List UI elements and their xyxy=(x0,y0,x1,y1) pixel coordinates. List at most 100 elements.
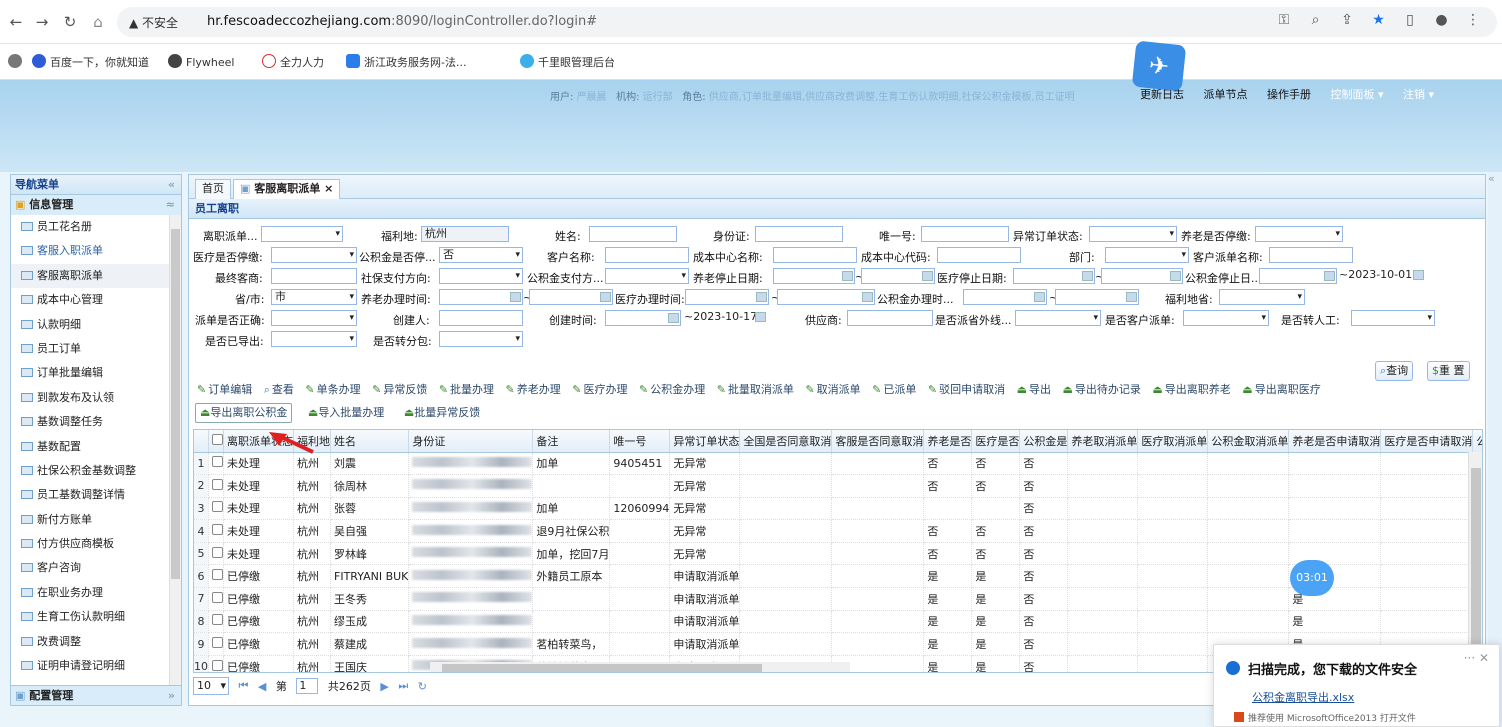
expand-section-icon[interactable]: » xyxy=(168,686,175,706)
control-panel-menu[interactable]: 控制面板 ▾ xyxy=(1331,88,1384,101)
row-checkbox[interactable] xyxy=(212,659,223,671)
sidebar-item[interactable]: 成本中心管理 xyxy=(11,288,169,312)
forward-icon[interactable]: → xyxy=(32,12,52,32)
filter-dropdown[interactable]: ▾ xyxy=(1089,226,1177,242)
sidebar-item[interactable]: 认款明细 xyxy=(11,313,169,337)
col-header[interactable]: 养老取消派单 xyxy=(1067,430,1139,453)
sidebar-item[interactable]: 生育工伤认款明细 xyxy=(11,605,169,629)
date-input[interactable] xyxy=(773,268,855,284)
action-export[interactable]: ⏏ 导出 xyxy=(1017,381,1051,397)
action-exception[interactable]: ✎ 异常反馈 xyxy=(372,381,427,397)
batch-exception-button[interactable]: ⏏批量异常反馈 xyxy=(400,404,484,424)
sidebar-item[interactable]: 到款发布及认领 xyxy=(11,386,169,410)
filter-dropdown[interactable]: ▾ xyxy=(439,331,523,347)
action-batch[interactable]: ✎ 批量办理 xyxy=(439,381,494,397)
filter-input[interactable] xyxy=(773,247,857,263)
table-row[interactable]: 4 未处理 杭州 吴自强 退9月社保公积 无异常否否否 xyxy=(194,519,1482,543)
action-export-todo[interactable]: ⏏ 导出待办记录 xyxy=(1062,381,1140,397)
sidebar-item[interactable]: 证明申请登记明细 xyxy=(11,654,169,678)
action-export-medical[interactable]: ⏏ 导出离职医疗 xyxy=(1242,381,1320,397)
row-checkbox-cell[interactable] xyxy=(208,587,224,611)
sidebar-item[interactable]: 客户咨询 xyxy=(11,556,169,580)
row-checkbox-cell[interactable] xyxy=(208,452,224,476)
date-input[interactable] xyxy=(1101,268,1183,284)
downloaded-file-link[interactable]: 公积金离职导出.xlsx xyxy=(1252,689,1354,705)
row-checkbox-cell[interactable] xyxy=(208,655,224,672)
sidebar-item[interactable]: 付方供应商模板 xyxy=(11,532,169,556)
security-warning[interactable]: ▲ 不安全 xyxy=(129,14,178,31)
tab-home[interactable]: 首页 xyxy=(195,179,231,199)
filter-input[interactable] xyxy=(755,226,843,242)
bookmark-flywheel[interactable]: Flywheel xyxy=(168,54,234,69)
filter-dropdown[interactable]: ▾ xyxy=(1219,289,1305,305)
bookmark-baidu[interactable]: 百度一下，你就知道 xyxy=(32,54,149,70)
table-row[interactable]: 3 未处理 杭州 张蓉 加单 12060994 无异常 否 xyxy=(194,497,1482,521)
next-page-icon[interactable]: ▶ xyxy=(380,680,388,693)
sidebar-item[interactable]: 订单批量编辑 xyxy=(11,361,169,385)
col-header-select[interactable] xyxy=(208,430,224,453)
filter-input[interactable] xyxy=(921,226,1009,242)
col-header[interactable]: 公积金是 xyxy=(1019,430,1069,453)
col-header[interactable]: 公积金取消派单 xyxy=(1207,430,1290,453)
key-icon[interactable]: ⚿ xyxy=(1270,12,1298,28)
menu-icon[interactable]: ⋮ xyxy=(1459,12,1487,28)
filter-input-welfare[interactable]: 杭州 xyxy=(421,226,509,242)
date-input-end[interactable]: ~2023-10-17 xyxy=(681,310,767,326)
col-header[interactable]: 养老是否申请取消 xyxy=(1288,430,1382,453)
col-header[interactable]: 医疗是否申请取消 xyxy=(1380,430,1474,453)
col-header[interactable]: 医疗是否 xyxy=(971,430,1021,453)
col-header[interactable]: 唯一号 xyxy=(609,430,671,453)
action-housing[interactable]: ✎ 公积金办理 xyxy=(639,381,705,397)
action-pension[interactable]: ✎ 养老办理 xyxy=(506,381,561,397)
row-checkbox-cell[interactable] xyxy=(208,564,224,589)
sidebar-item[interactable]: 客服入职派单 xyxy=(11,239,169,263)
sidebar-section-config[interactable]: ▣ 配置管理» xyxy=(11,685,181,705)
col-header[interactable]: 医疗取消派单 xyxy=(1137,430,1209,453)
prev-page-icon[interactable]: ◀ xyxy=(258,680,266,693)
col-header[interactable]: 客服是否同意取消 xyxy=(831,430,925,453)
table-row[interactable]: 7已停缴杭州王冬秀申请取消派单是是否是是 xyxy=(194,587,1482,611)
vertical-scrollbar[interactable] xyxy=(1468,452,1482,672)
reload-icon[interactable]: ↻ xyxy=(60,12,80,32)
home-icon[interactable]: ⌂ xyxy=(88,12,108,32)
action-reject-cancel[interactable]: ✎ 驳回申请取消 xyxy=(928,381,1005,397)
reset-button[interactable]: $重 置 xyxy=(1427,361,1470,381)
action-single[interactable]: ✎ 单条办理 xyxy=(305,381,360,397)
date-input[interactable] xyxy=(439,289,523,305)
star-icon[interactable]: ★ xyxy=(1365,12,1393,28)
row-checkbox-cell[interactable] xyxy=(208,542,224,566)
row-checkbox[interactable] xyxy=(212,637,223,649)
row-checkbox[interactable] xyxy=(212,478,223,490)
date-input[interactable] xyxy=(963,289,1047,305)
col-header[interactable]: 全国是否同意取消 xyxy=(739,430,833,453)
sidebar-item[interactable]: 员工订单 xyxy=(11,337,169,361)
filter-input[interactable] xyxy=(605,247,689,263)
filter-dropdown[interactable]: ▾ xyxy=(439,268,523,284)
horizontal-scrollbar[interactable] xyxy=(430,662,850,672)
date-input[interactable] xyxy=(605,310,681,326)
action-edit-order[interactable]: ✎ 订单编辑 xyxy=(197,381,252,397)
filter-input[interactable] xyxy=(1269,247,1353,263)
row-checkbox-cell[interactable] xyxy=(208,519,224,543)
action-batch-cancel[interactable]: ✎ 批量取消派单 xyxy=(717,381,794,397)
collapse-section-icon[interactable]: ≈ xyxy=(166,195,175,215)
date-input[interactable] xyxy=(777,289,875,305)
table-row[interactable]: 1未处理杭州刘震加单9405451无异常否否否是 xyxy=(194,452,1482,476)
row-checkbox[interactable] xyxy=(212,456,223,468)
first-page-icon[interactable]: ⏮ xyxy=(239,679,249,693)
sidebar-item[interactable]: 新付方账单 xyxy=(11,508,169,532)
sidepanel-icon[interactable]: ▯ xyxy=(1396,12,1424,28)
filter-dropdown[interactable]: ▾ xyxy=(1255,226,1343,242)
filter-input[interactable] xyxy=(271,268,357,284)
close-icon[interactable]: ··· ✕ xyxy=(1464,651,1489,665)
refresh-icon[interactable]: ↻ xyxy=(418,680,427,693)
col-header[interactable]: 异常订单状态 xyxy=(669,430,741,453)
action-cancel[interactable]: ✎ 取消派单 xyxy=(805,381,860,397)
select-all-checkbox[interactable] xyxy=(212,433,223,445)
col-header[interactable]: 备注 xyxy=(532,430,611,453)
back-icon[interactable]: ← xyxy=(6,12,26,32)
filter-dropdown[interactable]: ▾ xyxy=(271,247,357,263)
filter-dropdown[interactable]: ▾ xyxy=(1105,247,1189,263)
page-size-select[interactable]: 10 ▾ xyxy=(193,677,229,695)
date-input[interactable] xyxy=(861,268,935,284)
